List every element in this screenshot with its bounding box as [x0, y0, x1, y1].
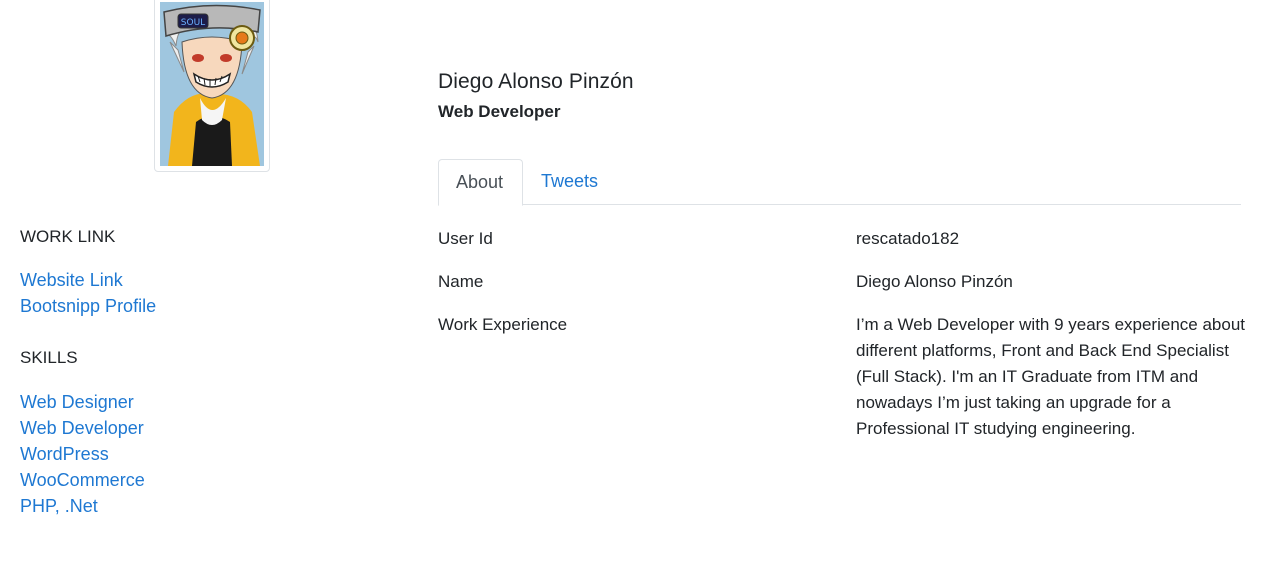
skill-web-designer[interactable]: Web Designer [20, 389, 145, 415]
bootsnipp-profile-link[interactable]: Bootsnipp Profile [20, 293, 156, 319]
work-link-section: WORK LINK [20, 227, 115, 247]
tab-about[interactable]: About [438, 159, 523, 206]
profile-role: Web Developer [438, 102, 561, 121]
detail-row-work-experience: Work Experience I’m a Web Developer with… [438, 312, 1248, 442]
name-value: Diego Alonso Pinzón [856, 272, 1013, 291]
skill-woocommerce[interactable]: WooCommerce [20, 467, 145, 493]
user-id-value: rescatado182 [856, 229, 960, 248]
tab-tweets[interactable]: Tweets [524, 159, 615, 205]
skill-web-developer[interactable]: Web Developer [20, 415, 145, 441]
user-id-label: User Id [438, 229, 493, 248]
name-label: Name [438, 272, 484, 291]
svg-text:SOUL: SOUL [181, 18, 205, 28]
skill-wordpress[interactable]: WordPress [20, 441, 145, 467]
work-link-title: WORK LINK [20, 227, 116, 246]
website-link[interactable]: Website Link [20, 267, 156, 293]
work-link-list: Website Link Bootsnipp Profile [20, 267, 156, 319]
work-experience-label: Work Experience [438, 315, 568, 334]
profile-tabs: About Tweets [438, 159, 1241, 206]
skills-title: SKILLS [20, 348, 78, 367]
detail-row-user-id: User Id rescatado182 [438, 226, 1248, 252]
profile-avatar: SOUL [154, 0, 270, 172]
skills-section: SKILLS [20, 348, 78, 368]
profile-header: Diego Alonso Pinzón Web Developer [438, 70, 634, 122]
profile-name: Diego Alonso Pinzón [438, 70, 634, 93]
detail-row-name: Name Diego Alonso Pinzón [438, 269, 1248, 295]
about-details: User Id rescatado182 Name Diego Alonso P… [438, 226, 1248, 459]
skill-php-net[interactable]: PHP, .Net [20, 493, 145, 519]
avatar-image: SOUL [160, 2, 264, 166]
skills-list: Web Designer Web Developer WordPress Woo… [20, 389, 145, 519]
work-experience-value: I’m a Web Developer with 9 years experie… [856, 315, 1245, 438]
